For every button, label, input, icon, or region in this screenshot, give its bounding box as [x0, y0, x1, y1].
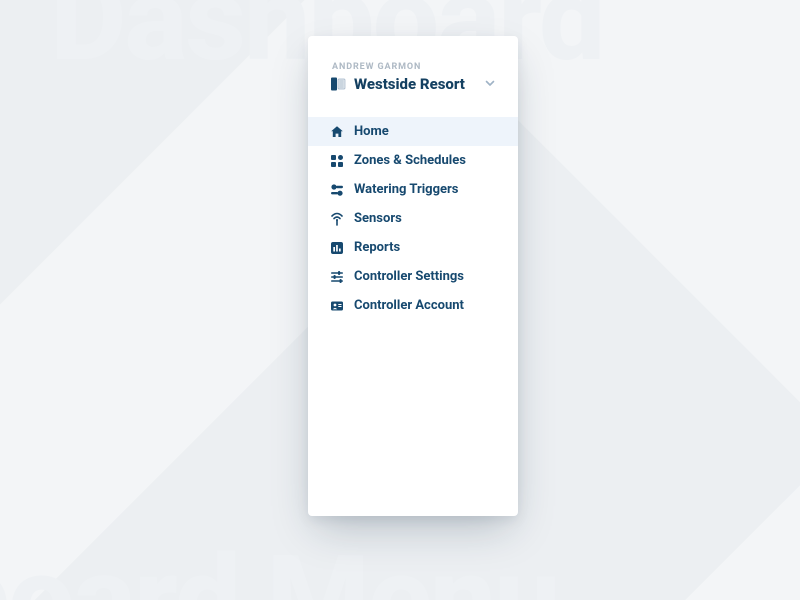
sidebar-item-label: Controller Account	[354, 298, 464, 313]
sidebar-item-watering-triggers[interactable]: Watering Triggers	[308, 175, 518, 204]
site-switcher[interactable]: Westside Resort	[330, 74, 496, 93]
user-name: ANDREW GARMON	[330, 62, 496, 72]
home-icon	[330, 125, 344, 139]
grid-icon	[330, 154, 344, 168]
signal-icon	[330, 212, 344, 226]
sidebar-item-label: Watering Triggers	[354, 182, 458, 197]
sliders-icon	[330, 270, 344, 284]
chevron-down-icon	[484, 74, 496, 93]
sidebar-item-zones-schedules[interactable]: Zones & Schedules	[308, 146, 518, 175]
sidebar-item-label: Reports	[354, 240, 400, 255]
site-name: Westside Resort	[354, 75, 465, 93]
sidebar-item-controller-account[interactable]: Controller Account	[308, 291, 518, 320]
site-icon	[330, 76, 346, 92]
sidebar-item-label: Controller Settings	[354, 269, 464, 284]
sidebar-item-sensors[interactable]: Sensors	[308, 204, 518, 233]
sidebar-item-label: Zones & Schedules	[354, 153, 466, 168]
id-card-icon	[330, 299, 344, 313]
sidebar-item-controller-settings[interactable]: Controller Settings	[308, 262, 518, 291]
nav: Home Zones & Schedules Watering Triggers	[308, 117, 518, 320]
sidebar-item-label: Home	[354, 124, 389, 139]
sidebar-item-home[interactable]: Home	[308, 117, 518, 146]
toggle-icon	[330, 183, 344, 197]
sidebar-item-label: Sensors	[354, 211, 402, 226]
sidebar-item-reports[interactable]: Reports	[308, 233, 518, 262]
sidebar: ANDREW GARMON Westside Resort	[308, 36, 518, 516]
chart-icon	[330, 241, 344, 255]
account-block: ANDREW GARMON Westside Resort	[308, 62, 518, 107]
